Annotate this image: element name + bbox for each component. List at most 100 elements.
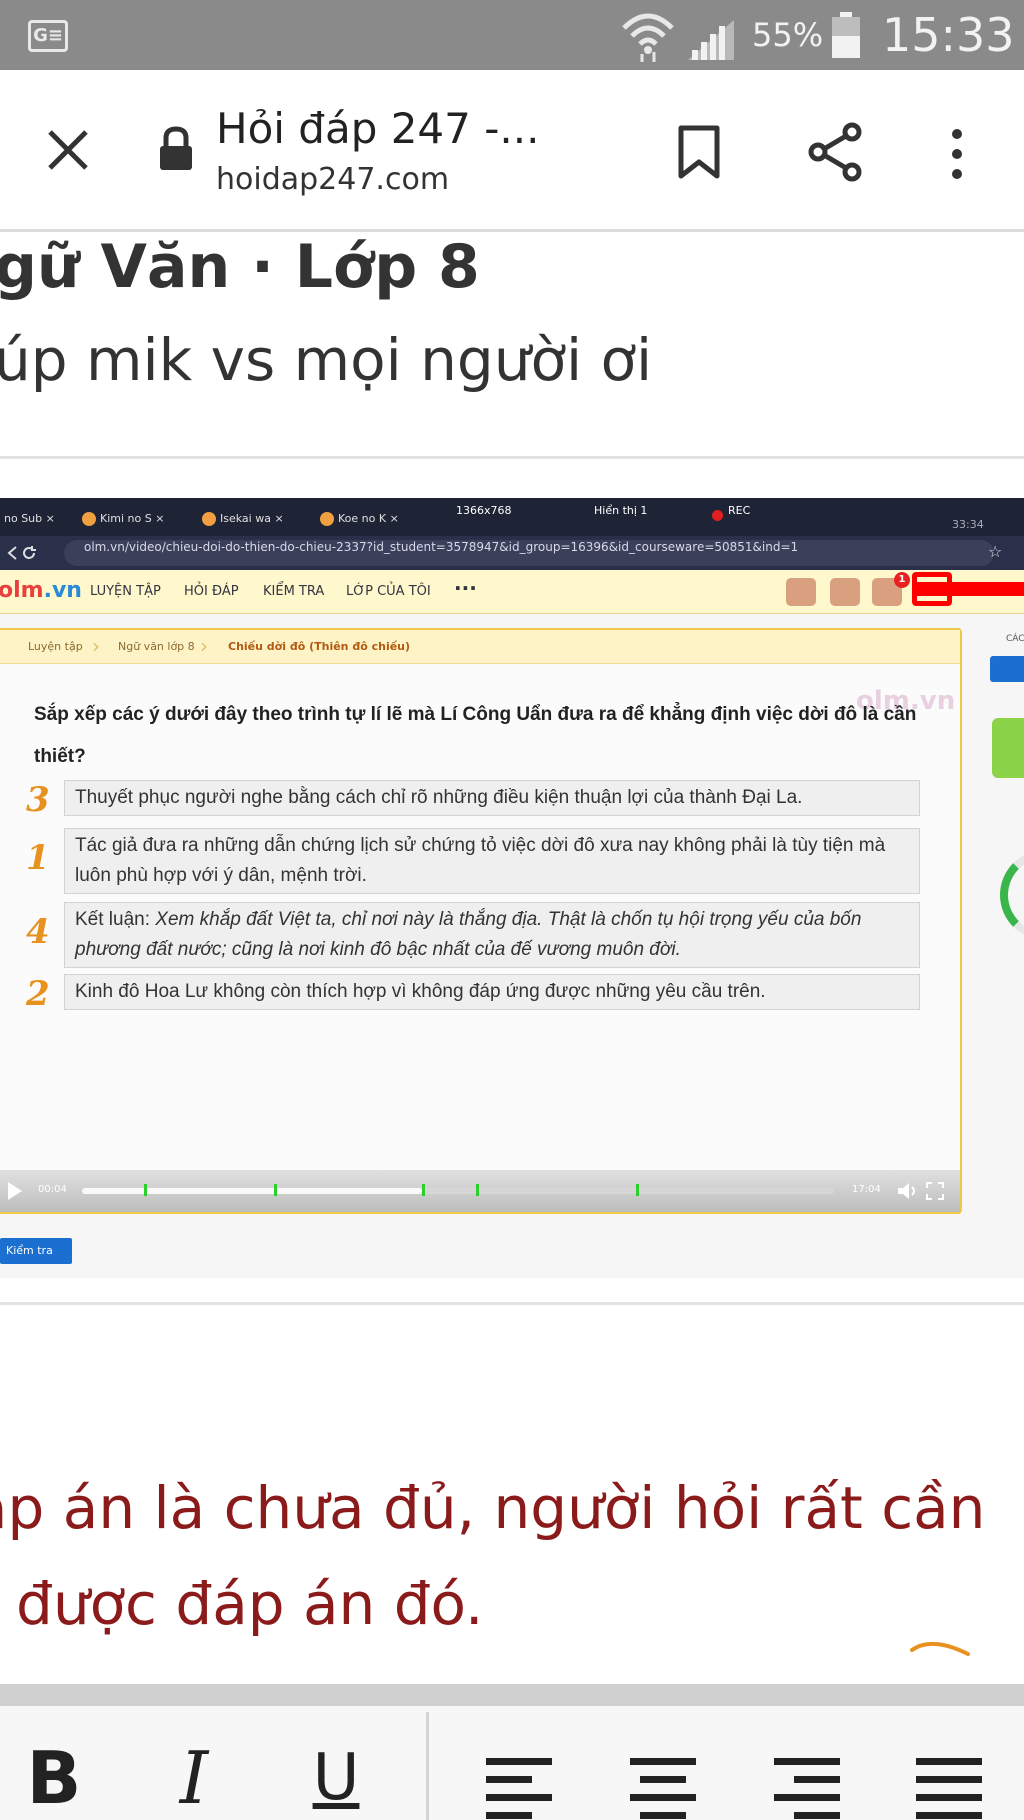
chapter-marker <box>636 1184 639 1196</box>
exercise-question: Sắp xếp các ý dưới đây theo trình tự lí … <box>34 704 917 767</box>
warning-line: áp án là chưa đủ, người hỏi rất cần <box>0 1474 986 1542</box>
recording-clock: 33:34 <box>952 518 984 531</box>
browser-toolbar: Hỏi đáp 247 -... hoidap247.com <box>0 70 1024 232</box>
record-icon <box>712 510 723 521</box>
align-justify-icon[interactable] <box>914 1752 984 1820</box>
progress-played <box>82 1188 422 1194</box>
divider <box>0 1302 1024 1305</box>
progress-ring <box>1000 850 1024 940</box>
item-text: Xem khắp đất Việt ta, chỉ nơi này là thắ… <box>75 909 862 960</box>
item-text: Thuyết phục người nghe bằng cách chỉ rõ … <box>75 787 803 808</box>
browser-address-bar: olm.vn/video/chieu-doi-do-thien-do-chieu… <box>0 536 1024 570</box>
resolution-label: 1366x768 <box>456 504 512 517</box>
tab: Koe no K × <box>316 506 399 532</box>
tab: no Sub × <box>0 506 55 532</box>
tab-label: Koe no K <box>338 512 387 525</box>
nav-my-class: LỚP CỦA TÔI <box>346 584 431 599</box>
tab: Kimi no S × <box>78 506 164 532</box>
reload-icon <box>23 546 36 559</box>
close-icon[interactable] <box>44 126 92 174</box>
notification-badge: 1 <box>894 572 910 588</box>
side-button <box>990 656 1024 682</box>
chapter-marker <box>274 1184 277 1196</box>
nav-qa: HỎI ĐÁP <box>184 584 239 599</box>
handwritten-number: 1 <box>26 838 50 878</box>
breadcrumb-current: Chiếu dời đô (Thiên đô chiếu) <box>228 640 411 653</box>
tab-favicon-icon <box>82 512 96 526</box>
olm-logo: olm.vn <box>0 578 82 603</box>
align-right-icon[interactable] <box>772 1752 842 1820</box>
question-text: úp mik vs mọi người ơi <box>0 326 653 394</box>
breadcrumb: Luyện tập › Ngữ văn lớp 8 › Chiếu dời đô… <box>0 630 960 664</box>
logo-domain: .vn <box>43 578 82 603</box>
handwritten-number: 4 <box>26 912 50 952</box>
chapter-marker <box>422 1184 425 1196</box>
attached-screenshot[interactable]: no Sub × Kimi no S × Isekai wa × Koe no … <box>0 498 1024 1278</box>
display-label: Hiển thị 1 <box>594 504 648 517</box>
subject-label: gữ Văn · Lớp 8 <box>0 232 480 302</box>
sortable-item: Kết luận: Xem khắp đất Việt ta, chỉ nơi … <box>64 902 920 968</box>
editor-toolbar: B I U <box>0 1706 1024 1820</box>
toolbar-separator <box>426 1712 429 1820</box>
tab-favicon-icon <box>202 512 216 526</box>
olm-navbar: olm.vn LUYỆN TẬP HỎI ĐÁP KIỂM TRA LỚP CỦ… <box>0 570 1024 614</box>
tab-close-icon: × <box>274 512 284 525</box>
handwritten-number: 3 <box>26 780 50 820</box>
rec-label: REC <box>728 504 751 517</box>
warning-line: được đáp án đó. <box>16 1570 484 1638</box>
breadcrumb-item: Ngữ văn lớp 8 <box>118 640 195 653</box>
volume-icon <box>898 1183 915 1199</box>
breadcrumb-separator: › <box>200 634 208 658</box>
bookmark-icon[interactable] <box>676 124 722 180</box>
more-options-icon[interactable] <box>944 126 970 182</box>
align-left-icon[interactable] <box>484 1752 554 1820</box>
nav-practice: LUYỆN TẬP <box>90 584 161 599</box>
underline-button[interactable]: U <box>296 1736 376 1820</box>
lock-icon <box>160 126 192 170</box>
side-label: CÁC <box>1006 634 1024 644</box>
tab-close-icon: × <box>155 512 165 525</box>
clock: 15:33 <box>882 8 1015 62</box>
tab-close-icon: × <box>389 512 399 525</box>
bold-button[interactable]: B <box>14 1736 94 1820</box>
play-icon <box>8 1182 22 1200</box>
side-button <box>992 718 1024 778</box>
tab-label: Isekai wa <box>220 512 271 525</box>
current-time: 00:04 <box>38 1184 67 1195</box>
item-prefix: Kết luận: <box>75 909 156 930</box>
total-time: 17:04 <box>852 1184 881 1195</box>
tab-label: no Sub <box>4 512 43 525</box>
tab-favicon-icon <box>320 512 334 526</box>
status-bar: G≡ 55% 15:33 <box>0 0 1024 70</box>
sortable-item: Kinh đô Hoa Lư không còn thích hợp vì kh… <box>64 974 920 1010</box>
divider <box>0 456 1024 459</box>
page-title: Hỏi đáp 247 -... <box>216 104 540 153</box>
answer-warning: áp án là chưa đủ, người hỏi rất cần được… <box>0 1460 985 1652</box>
battery-icon <box>832 12 860 58</box>
chat-icon <box>830 578 860 606</box>
tab-close-icon: × <box>45 512 55 525</box>
battery-percent: 55% <box>752 16 824 54</box>
check-button: Kiểm tra <box>0 1238 72 1264</box>
user-icon <box>786 578 816 606</box>
wifi-icon <box>622 13 674 62</box>
align-center-icon[interactable] <box>628 1752 698 1820</box>
item-text: Tác giả đưa ra những dẫn chứng lịch sử c… <box>75 835 886 886</box>
tab-label: Kimi no S <box>100 512 152 525</box>
page-url: hoidap247.com <box>216 162 450 197</box>
video-player: Luyện tập › Ngữ văn lớp 8 › Chiếu dời đô… <box>0 628 962 1214</box>
star-icon: ☆ <box>988 542 1003 561</box>
video-controls: 00:04 17:04 <box>0 1170 960 1212</box>
fullscreen-icon <box>926 1182 944 1200</box>
chapter-marker <box>476 1184 479 1196</box>
sortable-item: Thuyết phục người nghe bằng cách chỉ rõ … <box>64 780 920 816</box>
signal-icon <box>688 20 734 60</box>
chapter-marker <box>144 1184 147 1196</box>
handwriting-mark <box>910 1642 970 1656</box>
italic-button[interactable]: I <box>154 1736 234 1820</box>
nav-more: ··· <box>454 576 477 600</box>
share-icon[interactable] <box>808 122 864 182</box>
breadcrumb-separator: › <box>92 634 100 658</box>
browser-tab-strip: no Sub × Kimi no S × Isekai wa × Koe no … <box>0 498 1024 536</box>
screenshot-url: olm.vn/video/chieu-doi-do-thien-do-chieu… <box>64 540 994 566</box>
